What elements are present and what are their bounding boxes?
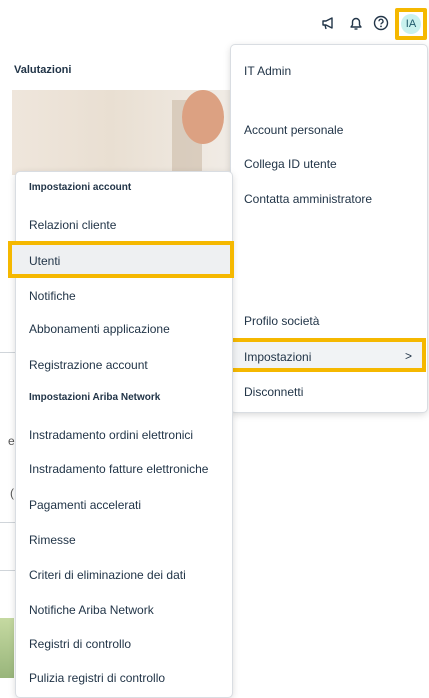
menu-item-profilo-societa[interactable]: Profilo società	[244, 314, 319, 328]
submenu-item-pulizia-registri[interactable]: Pulizia registri di controllo	[29, 671, 165, 685]
bell-icon[interactable]	[346, 13, 366, 33]
menu-item-label: Impostazioni	[244, 350, 312, 364]
submenu-item-pagamenti-accelerati[interactable]: Pagamenti accelerati	[29, 498, 141, 512]
divider	[0, 522, 16, 523]
submenu-item-instradamento-ordini[interactable]: Instradamento ordini elettronici	[29, 428, 193, 442]
plant-image	[0, 618, 14, 678]
submenu-item-notifiche[interactable]: Notifiche	[29, 289, 76, 303]
submenu-item-label: Utenti	[29, 254, 61, 268]
menu-item-disconnetti[interactable]: Disconnetti	[244, 385, 303, 399]
menu-item-contatta-amministratore[interactable]: Contatta amministratore	[244, 192, 372, 206]
menu-item-account-personale[interactable]: Account personale	[244, 123, 343, 137]
top-bar: IA	[0, 0, 429, 46]
submenu-item-notifiche-ariba[interactable]: Notifiche Ariba Network	[29, 603, 154, 617]
settings-submenu: Impostazioni account Relazioni cliente U…	[8, 172, 234, 697]
user-name: IT Admin	[244, 64, 292, 78]
chevron-right-icon: >	[404, 349, 412, 363]
help-icon[interactable]	[371, 13, 391, 33]
background-text-fragment: e	[8, 434, 15, 448]
divider	[0, 352, 16, 353]
section-header-network: Impostazioni Ariba Network	[29, 392, 161, 403]
page-title: Valutazioni	[14, 64, 72, 76]
avatar-highlight[interactable]: IA	[395, 8, 427, 40]
divider	[0, 570, 16, 571]
submenu-item-registri-controllo[interactable]: Registri di controllo	[29, 637, 131, 651]
submenu-item-relazioni-cliente[interactable]: Relazioni cliente	[29, 218, 116, 232]
menu-item-impostazioni[interactable]: Impostazioni >	[229, 338, 426, 372]
submenu-item-abbonamenti-applicazione[interactable]: Abbonamenti applicazione	[29, 322, 170, 336]
background-text-fragment: (	[10, 486, 14, 500]
submenu-item-utenti[interactable]: Utenti	[8, 241, 234, 278]
submenu-item-instradamento-fatture[interactable]: Instradamento fatture elettroniche	[29, 462, 208, 476]
megaphone-icon[interactable]	[319, 13, 339, 33]
submenu-item-rimesse[interactable]: Rimesse	[29, 533, 76, 547]
menu-item-collega-id-utente[interactable]: Collega ID utente	[244, 157, 337, 171]
submenu-item-criteri-eliminazione[interactable]: Criteri di eliminazione dei dati	[29, 568, 186, 582]
hero-image	[12, 90, 232, 175]
user-menu: IT Admin Account personale Collega ID ut…	[229, 45, 427, 412]
section-header-account: Impostazioni account	[29, 182, 132, 193]
submenu-item-registrazione-account[interactable]: Registrazione account	[29, 358, 148, 372]
avatar[interactable]: IA	[401, 14, 421, 34]
